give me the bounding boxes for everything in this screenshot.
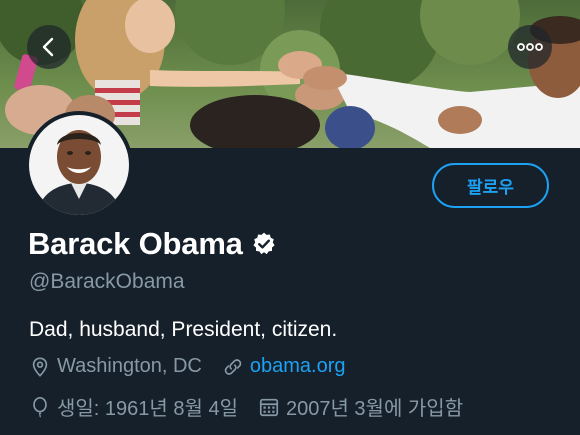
birthday-text: 생일: 1961년 8월 4일 (57, 398, 238, 420)
joined-text: 2007년 3월에 가입함 (285, 398, 464, 420)
profile-handle: @BarackObama (29, 270, 185, 293)
chevron-left-icon (42, 37, 54, 57)
profile-name-row: Barack Obama (28, 226, 277, 262)
joined-item: 2007년 3월에 가입함 (258, 392, 463, 421)
more-options-button[interactable] (508, 25, 552, 69)
follow-button[interactable]: 팔로우 (432, 163, 549, 208)
website-link[interactable]: obama.org (250, 355, 346, 378)
avatar-image (29, 115, 129, 215)
profile-bio: Dad, husband, President, citizen. (29, 318, 338, 341)
display-name: Barack Obama (28, 226, 243, 261)
profile-page: 팔로우 Barack Obama @BarackObama Dad, husba… (0, 0, 580, 435)
location-pin-icon (29, 356, 51, 378)
website-item[interactable]: obama.org (222, 355, 346, 378)
location-item: Washington, DC (29, 355, 202, 378)
location-text: Washington, DC (57, 355, 202, 377)
calendar-icon (258, 396, 280, 418)
profile-meta-row-1: Washington, DC obama.org (29, 355, 346, 378)
birthday-item: 생일: 1961년 8월 4일 (29, 392, 238, 421)
more-horizontal-icon (517, 43, 543, 51)
back-button[interactable] (27, 25, 71, 69)
avatar[interactable] (25, 111, 133, 219)
verified-badge-icon (251, 231, 277, 257)
balloon-icon (29, 396, 51, 418)
link-icon (222, 356, 244, 378)
profile-meta-row-2: 생일: 1961년 8월 4일 2007년 3월에 가입함 (29, 392, 463, 421)
